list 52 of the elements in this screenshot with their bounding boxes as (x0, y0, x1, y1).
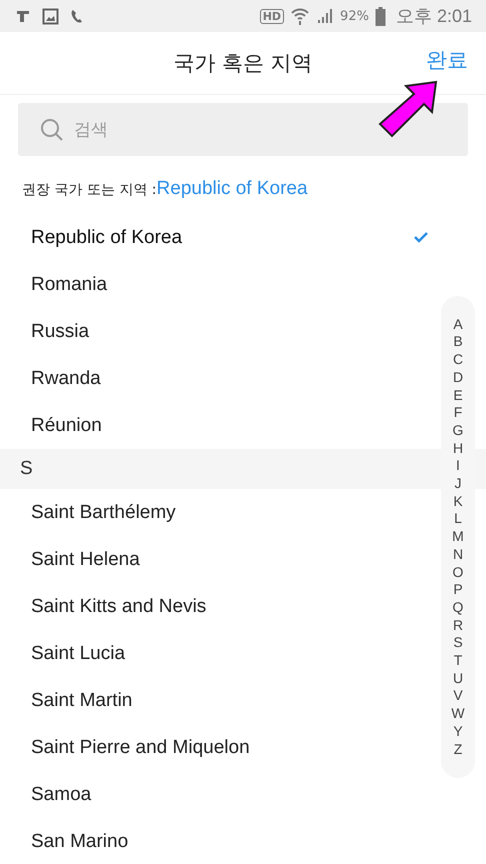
hd-badge: HD (260, 8, 284, 24)
index-letter[interactable]: M (452, 528, 464, 546)
index-letter[interactable]: Q (452, 598, 464, 617)
index-letter[interactable]: U (452, 670, 464, 688)
index-letter[interactable]: O (452, 564, 464, 582)
country-item[interactable]: Rwanda (0, 355, 436, 402)
index-letter[interactable]: C (452, 351, 464, 369)
country-item[interactable]: Saint Kitts and Nevis (0, 583, 436, 630)
screen-title: 국가 혹은 지역 (173, 50, 313, 77)
signal-icon (316, 7, 334, 25)
image-icon (42, 8, 59, 24)
index-letter[interactable]: Y (453, 722, 463, 741)
index-letter[interactable]: T (454, 652, 462, 670)
country-item[interactable]: Republic of Korea (0, 214, 436, 261)
index-letter[interactable]: W (451, 705, 465, 723)
index-letter[interactable]: J (454, 475, 462, 493)
search-field[interactable]: 검색 (72, 118, 276, 140)
search-icon (40, 118, 64, 142)
battery-icon (374, 6, 386, 26)
country-item[interactable]: Réunion (0, 402, 436, 449)
index-letter[interactable]: A (453, 316, 463, 334)
country-item[interactable]: Saint Barthélemy (0, 489, 436, 536)
clock: 오후 2:01 (396, 5, 472, 28)
index-letter[interactable]: F (454, 404, 462, 422)
country-item[interactable]: Saint Pierre and Miquelon (0, 724, 436, 771)
country-item[interactable]: Saint Lucia (0, 630, 436, 677)
alphabet-index[interactable]: A B C D E F G H I J K L M N O P Q R S T U V W Y Z (441, 296, 475, 778)
index-letter[interactable]: B (453, 333, 463, 352)
country-item[interactable]: Saint Martin (0, 677, 436, 724)
index-letter[interactable]: I (456, 457, 460, 476)
index-letter[interactable]: D (452, 368, 464, 387)
country-item[interactable]: San Marino (0, 818, 436, 864)
index-letter[interactable]: S (453, 634, 463, 652)
index-letter[interactable]: R (452, 616, 464, 634)
index-letter[interactable]: V (453, 687, 463, 706)
index-letter[interactable]: Z (454, 740, 462, 758)
country-item[interactable]: Samoa (0, 771, 436, 818)
index-letter[interactable]: K (453, 492, 463, 510)
check-icon (414, 232, 428, 243)
index-letter[interactable]: L (454, 510, 462, 528)
country-item[interactable]: Saint Helena (0, 536, 436, 583)
index-letter[interactable]: G (452, 422, 464, 440)
index-letter[interactable]: H (452, 440, 464, 458)
country-item[interactable]: Romania (0, 261, 436, 308)
index-letter[interactable]: P (453, 581, 463, 599)
index-letter[interactable]: E (453, 386, 463, 404)
pointer-arrow-icon (376, 80, 440, 140)
recommended-label: 권장 국가 또는 지역 : (22, 181, 157, 199)
battery-percent: 92% (340, 8, 369, 24)
country-item[interactable]: Russia (0, 308, 436, 355)
index-letter[interactable]: N (452, 546, 464, 564)
wifi-icon (290, 6, 310, 26)
